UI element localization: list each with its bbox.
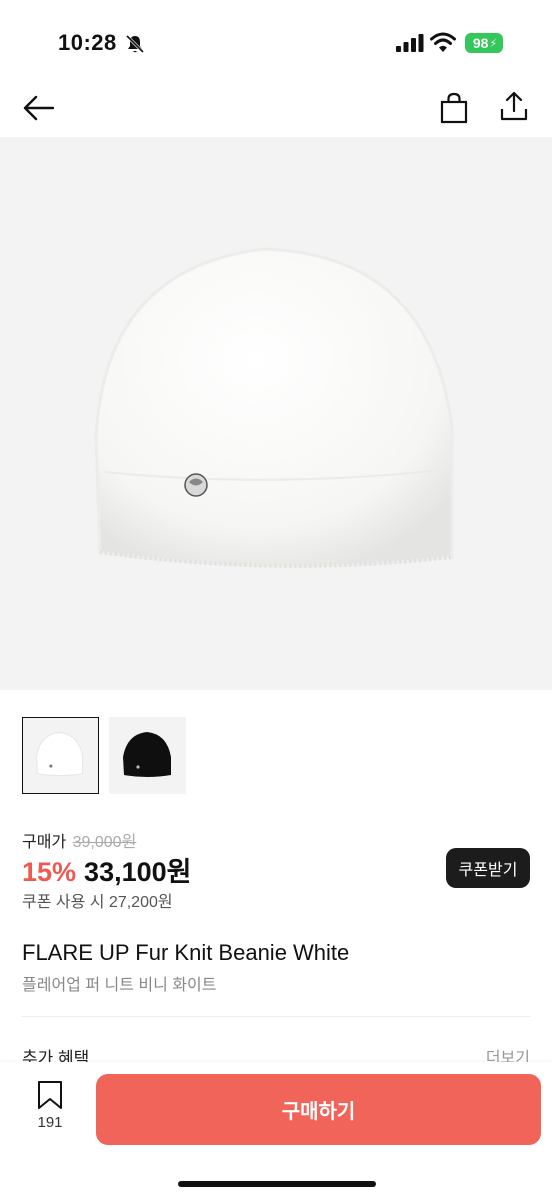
- thumbnail-black[interactable]: [109, 717, 186, 794]
- back-arrow-icon: [23, 95, 54, 121]
- coupon-button[interactable]: 쿠폰받기: [446, 848, 530, 888]
- white-beanie-thumb: [35, 731, 84, 777]
- battery-level: 98: [472, 35, 489, 51]
- bottom-action-bar: 191 구매하기: [0, 1062, 552, 1200]
- price-label-row: 구매가 39,000원: [22, 828, 136, 852]
- bell-slash-icon: [125, 34, 145, 54]
- home-indicator[interactable]: [178, 1181, 376, 1187]
- buy-button[interactable]: 구매하기: [96, 1074, 541, 1145]
- product-name: FLARE UP Fur Knit Beanie White: [22, 940, 350, 965]
- wishlist-count: 191: [37, 1114, 63, 1131]
- share-button[interactable]: [496, 86, 532, 126]
- back-button[interactable]: [18, 88, 58, 128]
- thumbnail-white[interactable]: [22, 717, 99, 794]
- sale-price: 33,100원: [84, 857, 192, 887]
- logo-charm: [184, 473, 208, 497]
- divider: [22, 1016, 530, 1017]
- black-beanie-thumb: [123, 732, 171, 777]
- price-label: 구매가: [22, 834, 67, 851]
- thumbnail-list: [22, 717, 186, 794]
- discount-rate: 15%: [22, 857, 77, 887]
- share-icon: [500, 91, 528, 121]
- shopping-bag-icon: [440, 92, 468, 124]
- original-price: 39,000원: [72, 834, 137, 851]
- cart-button[interactable]: [436, 88, 472, 128]
- product-image[interactable]: [0, 137, 552, 690]
- bookmark-icon: [38, 1081, 62, 1109]
- battery-icon: 98 ⚡: [465, 33, 503, 53]
- signal-icon: [396, 34, 424, 52]
- beanie-illustration: [94, 247, 454, 568]
- price-row: 15% 33,100원: [22, 850, 191, 889]
- nav-bar: [0, 80, 552, 136]
- status-bar: 10:28 98 ⚡: [0, 0, 552, 80]
- product-name-korean: 플레어업 퍼 니트 비니 화이트: [22, 977, 217, 994]
- wifi-icon: [430, 32, 456, 52]
- wishlist-button[interactable]: 191: [26, 1080, 74, 1140]
- coupon-price: 쿠폰 사용 시 27,200원: [22, 894, 173, 911]
- status-time: 10:28: [58, 30, 117, 55]
